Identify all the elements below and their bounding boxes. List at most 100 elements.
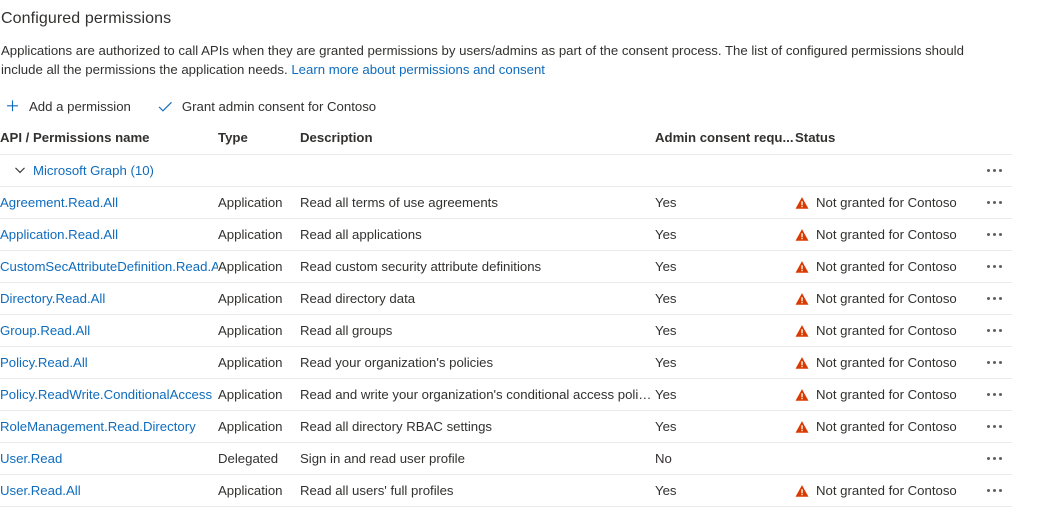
warning-icon (795, 356, 809, 370)
permission-name-link[interactable]: CustomSecAttributeDefinition.Read.All (0, 259, 218, 274)
permission-name-link[interactable]: Agreement.Read.All (0, 195, 118, 210)
permission-name-link[interactable]: RoleManagement.Read.Directory (0, 419, 196, 434)
status-cell: Not granted for Contoso (795, 378, 980, 411)
permission-type-cell: Application (218, 378, 300, 411)
column-header-status[interactable]: Status (795, 130, 980, 155)
permission-type-cell: Application (218, 474, 300, 507)
ellipsis-icon[interactable] (981, 384, 1007, 406)
ellipsis-icon[interactable] (981, 416, 1007, 438)
status-text: Not granted for Contoso (816, 227, 957, 242)
column-header-menu (980, 130, 1012, 155)
permission-type-cell: Application (218, 410, 300, 443)
permission-name-cell: Directory.Read.All (0, 282, 218, 315)
add-permission-label: Add a permission (29, 98, 131, 114)
permission-description-cell: Read custom security attribute definitio… (300, 250, 655, 283)
permission-name-cell: Agreement.Read.All (0, 186, 218, 219)
permission-type-cell: Application (218, 218, 300, 251)
ellipsis-icon[interactable] (981, 352, 1007, 374)
admin-consent-cell: Yes (655, 250, 795, 283)
configured-permissions-page: Configured permissions Applications are … (0, 0, 1044, 507)
column-header-description[interactable]: Description (300, 130, 655, 155)
ellipsis-icon[interactable] (981, 192, 1007, 214)
permission-description-cell: Read all applications (300, 218, 655, 251)
status-cell: Not granted for Contoso (795, 314, 980, 347)
grant-admin-consent-label: Grant admin consent for Contoso (181, 98, 377, 114)
table-row[interactable]: CustomSecAttributeDefinition.Read.All App… (0, 250, 1012, 283)
permission-name-link[interactable]: Application.Read.All (0, 227, 118, 242)
ellipsis-icon[interactable] (981, 448, 1007, 470)
permission-description-cell: Sign in and read user profile (300, 442, 655, 475)
row-menu-cell (980, 186, 1012, 219)
column-header-type[interactable]: Type (218, 130, 300, 155)
permission-description-cell: Read all terms of use agreements (300, 186, 655, 219)
permission-type-cell: Application (218, 186, 300, 219)
admin-consent-cell: Yes (655, 282, 795, 315)
admin-consent-cell: Yes (655, 378, 795, 411)
status-text: Not granted for Contoso (816, 291, 957, 306)
permission-name-link[interactable]: User.Read.All (0, 483, 81, 498)
ellipsis-icon[interactable] (981, 256, 1007, 278)
permissions-table: API / Permissions name Type Description … (0, 130, 1012, 507)
page-title: Configured permissions (1, 10, 172, 27)
permission-name-cell: Policy.ReadWrite.ConditionalAccess (0, 378, 218, 411)
column-header-name[interactable]: API / Permissions name (0, 130, 218, 155)
column-header-admin-consent[interactable]: Admin consent requ... (655, 130, 795, 155)
admin-consent-cell: Yes (655, 314, 795, 347)
permission-name-cell: RoleManagement.Read.Directory (0, 410, 218, 443)
api-group-cell: Microsoft Graph (10) (0, 154, 980, 187)
table-row[interactable]: Agreement.Read.All Application Read all te… (0, 186, 1012, 219)
status-cell: Not granted for Contoso (795, 474, 980, 507)
row-menu-cell (980, 218, 1012, 251)
grant-admin-consent-button[interactable]: Grant admin consent for Contoso (155, 96, 378, 118)
table-row[interactable]: User.Read Delegated Sign in and read user … (0, 442, 1012, 475)
permission-name-link[interactable]: Directory.Read.All (0, 291, 105, 306)
api-group-label[interactable]: Microsoft Graph (10) (33, 163, 154, 178)
table-row[interactable]: RoleManagement.Read.Directory Application… (0, 410, 1012, 443)
chevron-down-icon[interactable] (14, 165, 26, 177)
ellipsis-icon[interactable] (981, 288, 1007, 310)
permission-description-cell: Read your organization's policies (300, 346, 655, 379)
row-menu-cell (980, 314, 1012, 347)
table-row[interactable]: Group.Read.All Application Read all groups… (0, 314, 1012, 347)
warning-icon (795, 484, 809, 498)
api-group-menu-cell (980, 154, 1012, 187)
status-text: Not granted for Contoso (816, 259, 957, 274)
warning-icon (795, 420, 809, 434)
ellipsis-icon[interactable] (981, 224, 1007, 246)
permission-name-cell: User.Read (0, 442, 218, 475)
warning-icon (795, 388, 809, 402)
row-menu-cell (980, 474, 1012, 507)
table-row[interactable]: Application.Read.All Application Read all … (0, 218, 1012, 251)
table-body: Microsoft Graph (10) Agreement.Read.All Ap… (0, 154, 1012, 507)
permission-type-cell: Application (218, 314, 300, 347)
permission-name-cell: Policy.Read.All (0, 346, 218, 379)
row-menu-cell (980, 282, 1012, 315)
permission-type-cell: Application (218, 282, 300, 315)
status-cell: Not granted for Contoso (795, 346, 980, 379)
permission-name-link[interactable]: Policy.Read.All (0, 355, 88, 370)
status-text: Not granted for Contoso (816, 387, 957, 402)
status-text: Not granted for Contoso (816, 355, 957, 370)
permission-name-cell: CustomSecAttributeDefinition.Read.All (0, 250, 218, 283)
ellipsis-icon[interactable] (981, 160, 1007, 182)
status-text: Not granted for Contoso (816, 483, 957, 498)
status-text: Not granted for Contoso (816, 419, 957, 434)
ellipsis-icon[interactable] (981, 320, 1007, 342)
status-cell: Not granted for Contoso (795, 410, 980, 443)
table-row[interactable]: Policy.ReadWrite.ConditionalAccess Applic… (0, 378, 1012, 411)
permission-name-link[interactable]: Group.Read.All (0, 323, 90, 338)
add-permission-button[interactable]: Add a permission (2, 96, 133, 118)
permission-description-cell: Read all users' full profiles (300, 474, 655, 507)
table-row[interactable]: Policy.Read.All Application Read your orga… (0, 346, 1012, 379)
table-row[interactable]: Directory.Read.All Application Read direct… (0, 282, 1012, 315)
table-row[interactable]: User.Read.All Application Read all users' … (0, 474, 1012, 507)
ellipsis-icon[interactable] (981, 480, 1007, 502)
row-menu-cell (980, 442, 1012, 475)
permission-name-link[interactable]: User.Read (0, 451, 62, 466)
row-menu-cell (980, 346, 1012, 379)
plus-icon (4, 99, 20, 115)
learn-more-link[interactable]: Learn more about permissions and consent (291, 62, 545, 77)
permission-type-cell: Application (218, 250, 300, 283)
permission-description-cell: Read and write your organization's condi… (300, 378, 655, 411)
permission-name-link[interactable]: Policy.ReadWrite.ConditionalAccess (0, 387, 212, 402)
